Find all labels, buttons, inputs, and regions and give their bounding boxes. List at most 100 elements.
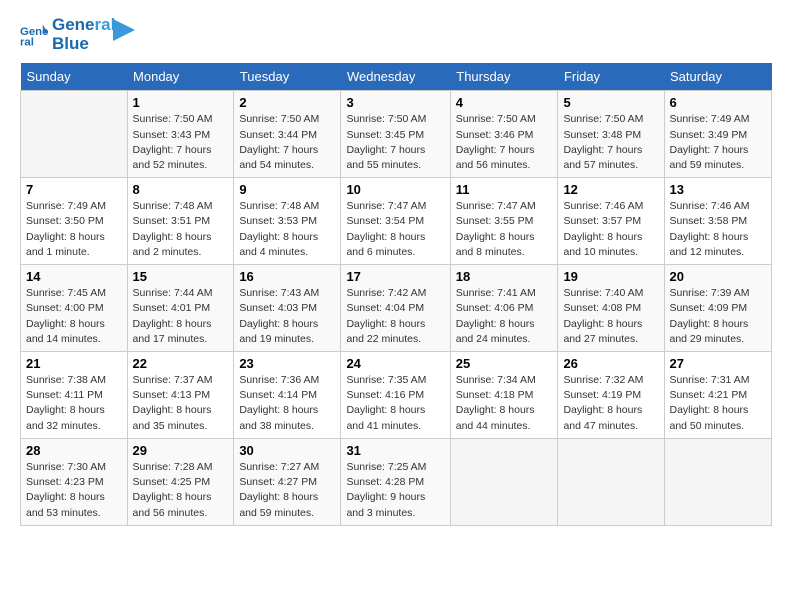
day-number: 5 (563, 95, 658, 110)
day-info: Sunrise: 7:44 AMSunset: 4:01 PMDaylight:… (133, 286, 229, 347)
day-info: Sunrise: 7:38 AMSunset: 4:11 PMDaylight:… (26, 373, 122, 434)
day-number: 31 (346, 443, 444, 458)
logo-arrow-icon (113, 19, 135, 41)
calendar-cell: 13 Sunrise: 7:46 AMSunset: 3:58 PMDayligh… (664, 178, 772, 265)
day-info: Sunrise: 7:37 AMSunset: 4:13 PMDaylight:… (133, 373, 229, 434)
day-number: 24 (346, 356, 444, 371)
header-thursday: Thursday (450, 63, 558, 91)
day-info: Sunrise: 7:48 AMSunset: 3:51 PMDaylight:… (133, 199, 229, 260)
day-number: 21 (26, 356, 122, 371)
calendar-week-1: 1 Sunrise: 7:50 AMSunset: 3:43 PMDaylight… (21, 91, 772, 178)
day-info: Sunrise: 7:35 AMSunset: 4:16 PMDaylight:… (346, 373, 444, 434)
calendar-cell: 1 Sunrise: 7:50 AMSunset: 3:43 PMDaylight… (127, 91, 234, 178)
calendar-cell: 8Sunrise: 7:48 AMSunset: 3:51 PMDaylight… (127, 178, 234, 265)
calendar-cell: 3Sunrise: 7:50 AMSunset: 3:45 PMDaylight… (341, 91, 450, 178)
calendar-cell: 6 Sunrise: 7:49 AMSunset: 3:49 PMDaylight… (664, 91, 772, 178)
day-info: Sunrise: 7:46 AMSunset: 3:57 PMDaylight:… (563, 199, 658, 260)
day-info: Sunrise: 7:42 AMSunset: 4:04 PMDaylight:… (346, 286, 444, 347)
day-number: 18 (456, 269, 553, 284)
calendar-cell: 17Sunrise: 7:42 AMSunset: 4:04 PMDayligh… (341, 265, 450, 352)
day-number: 12 (563, 182, 658, 197)
day-info: Sunrise: 7:43 AMSunset: 4:03 PMDaylight:… (239, 286, 335, 347)
day-info: Sunrise: 7:49 AMSunset: 3:49 PMDaylight:… (670, 112, 767, 173)
day-info: Sunrise: 7:34 AMSunset: 4:18 PMDaylight:… (456, 373, 553, 434)
calendar-cell (664, 438, 772, 525)
day-info: Sunrise: 7:36 AMSunset: 4:14 PMDaylight:… (239, 373, 335, 434)
calendar-cell: 19Sunrise: 7:40 AMSunset: 4:08 PMDayligh… (558, 265, 664, 352)
day-number: 6 (670, 95, 767, 110)
calendar-cell: 26 Sunrise: 7:32 AMSunset: 4:19 PMDayligh… (558, 352, 664, 439)
logo-icon: Gene ral (20, 21, 48, 49)
header-tuesday: Tuesday (234, 63, 341, 91)
header-friday: Friday (558, 63, 664, 91)
logo: Gene ral General Blue (20, 16, 135, 53)
calendar-cell: 15 Sunrise: 7:44 AMSunset: 4:01 PMDayligh… (127, 265, 234, 352)
calendar-cell (558, 438, 664, 525)
svg-text:ral: ral (20, 36, 34, 48)
calendar-cell: 10 Sunrise: 7:47 AMSunset: 3:54 PMDayligh… (341, 178, 450, 265)
calendar-cell: 25 Sunrise: 7:34 AMSunset: 4:18 PMDayligh… (450, 352, 558, 439)
logo-text-line1: General (52, 16, 115, 35)
calendar-cell: 30 Sunrise: 7:27 AMSunset: 4:27 PMDayligh… (234, 438, 341, 525)
day-number: 13 (670, 182, 767, 197)
day-number: 15 (133, 269, 229, 284)
day-info: Sunrise: 7:31 AMSunset: 4:21 PMDaylight:… (670, 373, 767, 434)
day-number: 26 (563, 356, 658, 371)
day-info: Sunrise: 7:50 AMSunset: 3:46 PMDaylight:… (456, 112, 553, 173)
calendar-cell: 24 Sunrise: 7:35 AMSunset: 4:16 PMDayligh… (341, 352, 450, 439)
calendar-cell: 27Sunrise: 7:31 AMSunset: 4:21 PMDayligh… (664, 352, 772, 439)
calendar-cell: 12 Sunrise: 7:46 AMSunset: 3:57 PMDayligh… (558, 178, 664, 265)
day-info: Sunrise: 7:46 AMSunset: 3:58 PMDaylight:… (670, 199, 767, 260)
day-info: Sunrise: 7:30 AMSunset: 4:23 PMDaylight:… (26, 460, 122, 521)
calendar-cell: 31Sunrise: 7:25 AMSunset: 4:28 PMDayligh… (341, 438, 450, 525)
calendar-cell: 18Sunrise: 7:41 AMSunset: 4:06 PMDayligh… (450, 265, 558, 352)
calendar-cell: 2 Sunrise: 7:50 AMSunset: 3:44 PMDaylight… (234, 91, 341, 178)
day-number: 9 (239, 182, 335, 197)
calendar-week-3: 14 Sunrise: 7:45 AMSunset: 4:00 PMDayligh… (21, 265, 772, 352)
day-number: 14 (26, 269, 122, 284)
day-number: 10 (346, 182, 444, 197)
day-number: 4 (456, 95, 553, 110)
calendar-cell: 23 Sunrise: 7:36 AMSunset: 4:14 PMDayligh… (234, 352, 341, 439)
day-number: 2 (239, 95, 335, 110)
calendar-cell: 21 Sunrise: 7:38 AMSunset: 4:11 PMDayligh… (21, 352, 128, 439)
day-info: Sunrise: 7:27 AMSunset: 4:27 PMDaylight:… (239, 460, 335, 521)
day-number: 7 (26, 182, 122, 197)
day-info: Sunrise: 7:50 AMSunset: 3:43 PMDaylight:… (133, 112, 229, 173)
header-saturday: Saturday (664, 63, 772, 91)
day-info: Sunrise: 7:50 AMSunset: 3:44 PMDaylight:… (239, 112, 335, 173)
logo-text-line2: Blue (52, 35, 115, 54)
day-number: 28 (26, 443, 122, 458)
day-info: Sunrise: 7:49 AMSunset: 3:50 PMDaylight:… (26, 199, 122, 260)
day-info: Sunrise: 7:48 AMSunset: 3:53 PMDaylight:… (239, 199, 335, 260)
day-number: 23 (239, 356, 335, 371)
day-info: Sunrise: 7:28 AMSunset: 4:25 PMDaylight:… (133, 460, 229, 521)
calendar-cell (21, 91, 128, 178)
day-info: Sunrise: 7:50 AMSunset: 3:48 PMDaylight:… (563, 112, 658, 173)
calendar-cell: 29 Sunrise: 7:28 AMSunset: 4:25 PMDayligh… (127, 438, 234, 525)
calendar-cell: 16Sunrise: 7:43 AMSunset: 4:03 PMDayligh… (234, 265, 341, 352)
day-number: 3 (346, 95, 444, 110)
header-sunday: Sunday (21, 63, 128, 91)
calendar-table: SundayMondayTuesdayWednesdayThursdayFrid… (20, 63, 772, 525)
day-number: 29 (133, 443, 229, 458)
day-number: 30 (239, 443, 335, 458)
calendar-week-4: 21 Sunrise: 7:38 AMSunset: 4:11 PMDayligh… (21, 352, 772, 439)
page-header: Gene ral General Blue (20, 16, 772, 53)
day-number: 1 (133, 95, 229, 110)
day-info: Sunrise: 7:45 AMSunset: 4:00 PMDaylight:… (26, 286, 122, 347)
day-number: 25 (456, 356, 553, 371)
day-info: Sunrise: 7:32 AMSunset: 4:19 PMDaylight:… (563, 373, 658, 434)
calendar-cell: 28 Sunrise: 7:30 AMSunset: 4:23 PMDayligh… (21, 438, 128, 525)
day-number: 22 (133, 356, 229, 371)
day-info: Sunrise: 7:47 AMSunset: 3:54 PMDaylight:… (346, 199, 444, 260)
calendar-cell: 9 Sunrise: 7:48 AMSunset: 3:53 PMDaylight… (234, 178, 341, 265)
calendar-cell: 11Sunrise: 7:47 AMSunset: 3:55 PMDayligh… (450, 178, 558, 265)
calendar-cell: 5 Sunrise: 7:50 AMSunset: 3:48 PMDaylight… (558, 91, 664, 178)
day-info: Sunrise: 7:39 AMSunset: 4:09 PMDaylight:… (670, 286, 767, 347)
day-info: Sunrise: 7:40 AMSunset: 4:08 PMDaylight:… (563, 286, 658, 347)
day-number: 11 (456, 182, 553, 197)
calendar-cell (450, 438, 558, 525)
calendar-week-2: 7 Sunrise: 7:49 AMSunset: 3:50 PMDaylight… (21, 178, 772, 265)
calendar-cell: 20Sunrise: 7:39 AMSunset: 4:09 PMDayligh… (664, 265, 772, 352)
